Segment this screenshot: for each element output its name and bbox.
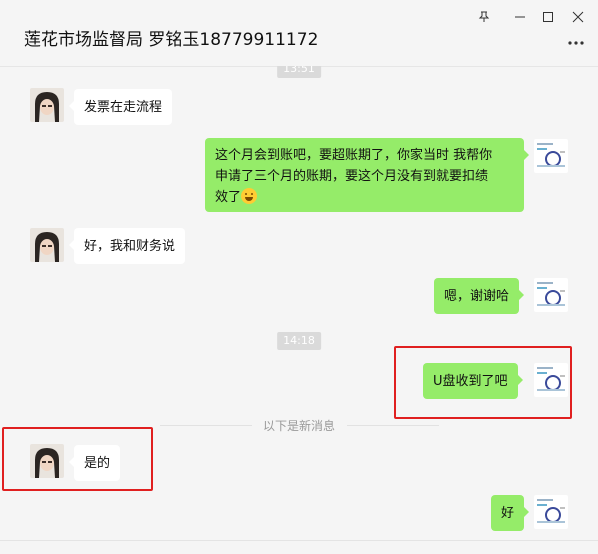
message-bubble-received[interactable]: 好，我和财务说 [68,228,186,264]
message-text-line: 申请了三个月的账期，要这个月没有到就要扣绩 [215,169,489,184]
message-bubble-received[interactable]: 发票在走流程 [68,89,173,125]
chat-title: 莲花市场监督局 罗铭玉18779911172 [24,30,319,50]
message-text: 嗯，谢谢哈 [444,289,510,304]
message-text-line: 效了 [215,190,242,205]
avatar[interactable] [30,88,64,122]
pin-icon[interactable] [472,6,496,28]
avatar[interactable] [30,228,64,262]
message-text: 好 [501,506,515,521]
avatar-self[interactable] [534,278,568,312]
message-text: 发票在走流程 [84,100,163,115]
divider-label: 以下是新消息 [262,419,335,433]
title-bar: 莲花市场监督局 罗铭玉18779911172 [0,0,598,67]
timestamp: 13:51 [277,66,321,78]
timestamp: 14:18 [277,332,321,350]
chat-area[interactable]: 13:51 发票在走流程 这个月会到账吧，要超账期了，你家当时 我帮你 申请了三… [0,66,598,540]
grinning-emoji-icon [241,188,258,204]
maximize-icon[interactable] [536,6,560,28]
message-text: 好，我和财务说 [84,239,176,254]
minimize-icon[interactable] [508,6,532,28]
message-text-line: 这个月会到账吧，要超账期了，你家当时 我帮你 [215,148,493,163]
highlight-box [394,346,572,419]
avatar-self[interactable] [534,139,568,173]
more-icon[interactable] [566,35,586,51]
message-bubble-sent[interactable]: 这个月会到账吧，要超账期了，你家当时 我帮你 申请了三个月的账期，要这个月没有到… [205,138,529,212]
message-bubble-sent[interactable]: 嗯，谢谢哈 [434,278,525,314]
highlight-box [2,427,153,491]
close-icon[interactable] [566,6,590,28]
message-bubble-sent[interactable]: 好 [491,495,530,531]
avatar-self[interactable] [534,495,568,529]
input-area[interactable] [0,540,598,554]
